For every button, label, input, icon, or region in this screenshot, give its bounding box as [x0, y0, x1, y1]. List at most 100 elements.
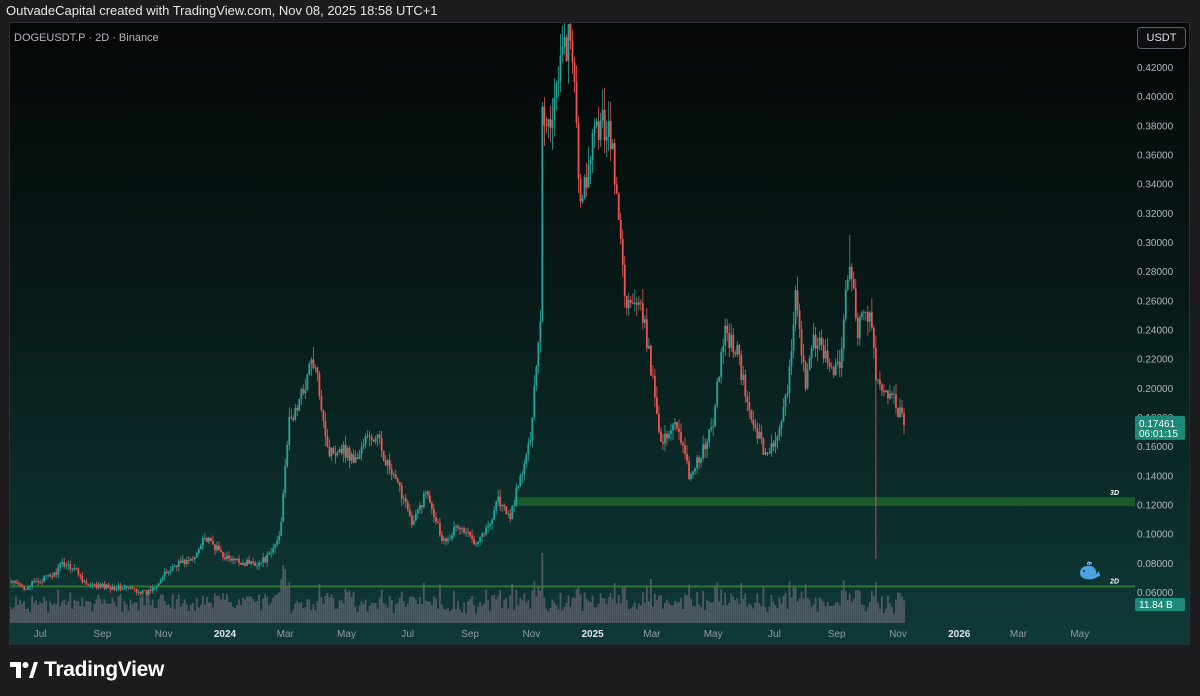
volume-bar — [585, 598, 588, 623]
volume-bar — [115, 606, 118, 623]
candle-body — [539, 321, 542, 342]
volume-bar — [264, 593, 267, 623]
volume-bar — [680, 597, 682, 623]
volume-bar — [503, 599, 506, 623]
chart-frame[interactable]: 3D 2D 0.06000 0.08000 0.10000 0.12000 0.14000… — [9, 22, 1190, 645]
volume-bar — [326, 593, 329, 623]
candle-body — [794, 290, 797, 325]
candle-body — [171, 566, 174, 570]
volume-bar — [826, 602, 829, 623]
volume-bar — [874, 582, 877, 623]
volume-bar — [61, 600, 64, 623]
candle-body — [396, 478, 399, 483]
candle-body — [463, 528, 465, 533]
volume-bar — [250, 596, 252, 623]
tradingview-logo-icon — [10, 662, 38, 678]
candle-body — [744, 374, 747, 397]
volume-bar — [726, 605, 729, 623]
candle-body — [53, 572, 56, 577]
volume-bar — [627, 609, 630, 623]
candle-body — [117, 585, 120, 590]
candle-body — [553, 97, 556, 120]
volume-bar — [895, 599, 897, 623]
volume-bar — [515, 590, 518, 623]
volume-bar — [45, 600, 48, 623]
candle-body — [489, 523, 492, 526]
volume-bar — [605, 604, 608, 623]
price-chart[interactable]: 3D 2D 0.06000 0.08000 0.10000 0.12000 0.14000… — [10, 23, 1190, 645]
candle-body — [322, 410, 325, 422]
candle-body — [840, 348, 843, 368]
volume-bar — [111, 597, 114, 623]
volume-bar — [595, 607, 598, 623]
candle-body — [738, 345, 741, 355]
candle-body — [868, 312, 871, 322]
zone-label-3d: 3D — [1110, 490, 1119, 497]
candle-body — [545, 125, 548, 127]
volume-bar — [702, 590, 705, 623]
volume-bar — [732, 596, 735, 623]
volume-bar — [416, 604, 419, 623]
candle-body — [517, 485, 520, 489]
candle-body — [362, 444, 365, 447]
volume-bar — [736, 598, 739, 623]
volume-bar — [19, 599, 21, 623]
volume-bar — [316, 601, 319, 623]
volume-bar — [358, 605, 361, 623]
candle-body — [294, 407, 297, 420]
volume-bar — [760, 606, 763, 623]
volume-bar — [286, 586, 289, 623]
candle-body — [467, 532, 469, 533]
candle-body — [872, 327, 875, 348]
volume-bar — [129, 599, 132, 623]
volume-bar — [23, 601, 25, 623]
candle-body — [230, 558, 232, 561]
candle-body — [228, 555, 230, 559]
volume-bar — [750, 605, 753, 623]
candle-body — [87, 584, 90, 586]
candle-body — [326, 436, 329, 447]
volume-bar — [704, 609, 707, 623]
candle-body — [569, 23, 572, 41]
candle-body — [493, 510, 496, 520]
volume-bar — [495, 599, 498, 623]
candle-body — [185, 559, 188, 564]
volume-bar — [539, 590, 542, 623]
volume-bar — [609, 592, 612, 623]
candle-body — [716, 381, 719, 406]
candle-body — [658, 413, 660, 432]
candle-body — [222, 551, 224, 558]
volume-bar — [302, 608, 305, 623]
volume-bar — [651, 606, 654, 623]
volume-bar — [137, 610, 140, 623]
candle-body — [437, 521, 439, 524]
candle-body — [139, 592, 142, 594]
candle-body — [320, 396, 323, 411]
volume-bar — [280, 579, 283, 623]
candle-body — [649, 345, 652, 376]
candle-body — [603, 109, 606, 141]
candle-body — [406, 501, 409, 510]
volume-bar — [21, 603, 23, 623]
candle-body — [270, 552, 273, 554]
candle-body — [376, 434, 379, 438]
candle-body — [252, 561, 254, 563]
candle-body — [475, 543, 477, 545]
volume-bar — [633, 602, 636, 623]
candle-body — [346, 447, 349, 458]
volume-bar — [790, 597, 793, 623]
volume-bar — [157, 599, 160, 623]
volume-bar — [565, 602, 568, 623]
candle-body — [453, 527, 455, 536]
volume-bar — [189, 604, 192, 623]
candle-body — [864, 312, 867, 314]
tradingview-logo[interactable]: TradingView — [10, 656, 164, 684]
candle-body — [664, 433, 666, 444]
candle-body — [242, 562, 244, 565]
volume-bar — [268, 605, 271, 623]
candle-body — [214, 544, 216, 551]
volume-bar — [91, 611, 94, 623]
candle-body — [647, 345, 650, 349]
currency-selector[interactable]: USDT — [1137, 27, 1186, 49]
volume-bar — [342, 603, 345, 623]
